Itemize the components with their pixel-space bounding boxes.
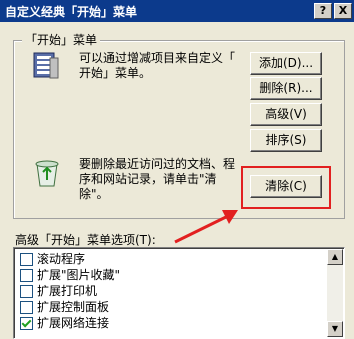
checkbox[interactable]	[20, 253, 33, 266]
scrollbar[interactable]: ▲ ▼	[327, 249, 343, 337]
checkbox[interactable]	[20, 285, 33, 298]
checkbox[interactable]	[20, 269, 33, 282]
checkbox[interactable]	[20, 301, 33, 314]
options-listbox[interactable]: 滚动程序 扩展"图片收藏" 扩展打印机 扩展控制面板 扩展网络连接 ▲ ▼	[13, 247, 345, 339]
checkbox[interactable]	[20, 317, 33, 330]
scroll-down-icon[interactable]: ▼	[327, 321, 343, 337]
scroll-up-icon[interactable]: ▲	[327, 249, 343, 265]
options-label: 高级「开始」菜单选项(T):	[15, 233, 156, 247]
